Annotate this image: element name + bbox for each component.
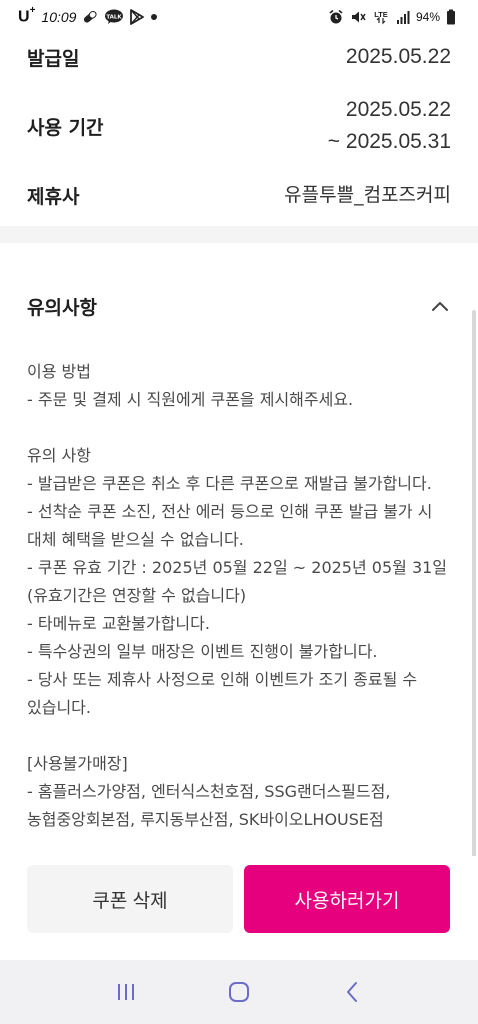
signal-icon [396,10,410,24]
notice-line: - 주문 및 결제 시 직원에게 쿠폰을 제시해주세요. [27,390,354,409]
svg-text:LTE: LTE [374,10,388,19]
use-coupon-button[interactable]: 사용하러가기 [244,865,450,933]
recent-apps-icon[interactable] [106,972,146,1012]
notice-line: - 쿠폰 유효 기간 : 2025년 05월 22일 ~ 2025년 05월 3… [27,558,448,605]
talk-icon: TALK [104,9,124,25]
carrier-label: U+ [18,5,36,26]
partner-label: 제휴사 [27,185,80,208]
notice-header[interactable]: 유의사항 [0,280,478,332]
mute-icon [350,9,366,25]
battery-percent: 94% [415,10,440,24]
alarm-icon [328,9,344,25]
chevron-up-icon[interactable] [429,295,451,317]
battery-icon [446,9,456,25]
back-icon[interactable] [332,972,372,1012]
pill-icon [82,9,98,25]
delete-coupon-button[interactable]: 쿠폰 삭제 [27,865,233,933]
usage-period-label: 사용 기간 [27,116,104,139]
status-bar-left: U+ 10:09 TALK [18,5,158,26]
action-bar: 쿠폰 삭제 사용하러가기 [0,856,478,951]
status-bar: U+ 10:09 TALK LTE 94% [0,0,478,34]
notice-line: - 발급받은 쿠폰은 취소 후 다른 쿠폰으로 재발급 불가합니다. [27,474,432,493]
navigation-bar [0,960,478,1024]
notice-spacer [27,722,457,750]
notice-title: 유의사항 [27,296,97,319]
partner-row: 제휴사 유플투쁠_컴포즈커피 [0,178,478,212]
home-icon[interactable] [219,972,259,1012]
notice-line: - 타메뉴로 교환불가합니다. [27,614,210,633]
usage-period-start: 2025.05.22 [345,98,451,121]
notice-line: [사용불가매장] [27,754,128,773]
issue-date-row: 발급일 2025.05.22 [0,40,478,74]
scrollbar[interactable] [472,310,476,870]
notice-line: - 선착순 쿠폰 소진, 전산 에러 등으로 인해 쿠폰 발급 불가 시 대체 … [27,502,433,549]
notice-body: 이용 방법 - 주문 및 결제 시 직원에게 쿠폰을 제시해주세요. 유의 사항 - … [27,358,457,834]
usage-period-row: 사용 기간 2025.05.22 ~ 2025.05.31 [0,94,478,158]
lte-icon: LTE [372,9,390,25]
notice-line: - 당사 또는 제휴사 사정으로 인해 이벤트가 조기 종료될 수 있습니다. [27,670,418,717]
status-bar-right: LTE 94% [328,9,456,25]
usage-period-end: ~ 2025.05.31 [327,130,451,153]
svg-text:TALK: TALK [107,14,123,20]
notice-line: - 홈플러스가양점, 엔터식스천호점, SSG랜더스필드점, 농협중앙회본점, … [27,782,391,829]
issue-date-value: 2025.05.22 [345,45,451,68]
clock: 10:09 [41,8,77,25]
partner-value: 유플투쁠_컴포즈커피 [284,184,451,206]
notice-line: - 특수상권의 일부 매장은 이벤트 진행이 불가합니다. [27,642,378,661]
notice-spacer [27,414,457,442]
notice-line: 이용 방법 [27,362,91,381]
play-store-icon [130,9,145,25]
usage-period-value: 2025.05.22 ~ 2025.05.31 [328,94,451,158]
section-divider [0,226,478,243]
issue-date-label: 발급일 [27,47,80,70]
notification-dot-icon [150,13,158,21]
notice-line: 유의 사항 [27,446,91,465]
